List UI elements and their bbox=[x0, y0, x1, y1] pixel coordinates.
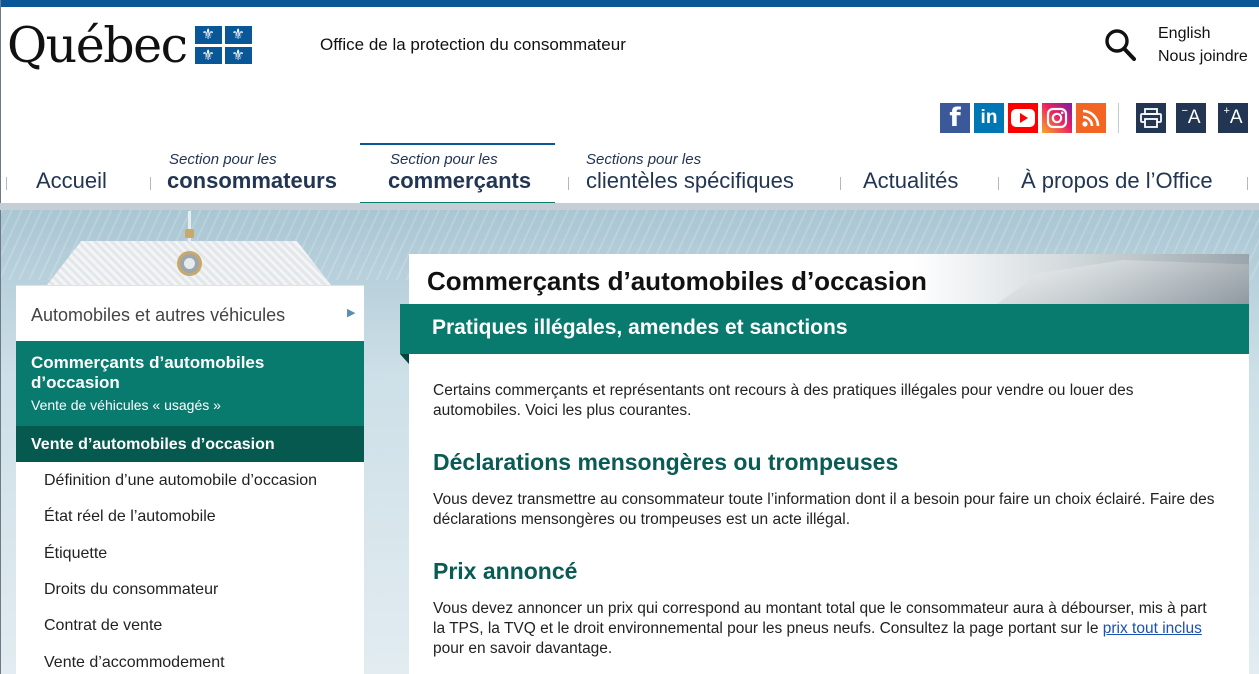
sidebar-item-section[interactable]: Vente d’automobiles d’occasion bbox=[16, 426, 364, 462]
sidebar-link[interactable]: Étiquette bbox=[44, 545, 107, 563]
youtube-icon[interactable] bbox=[1008, 103, 1038, 133]
sidebar-item-parent[interactable]: Automobiles et autres véhicules ▶ bbox=[16, 285, 364, 341]
nav-separator bbox=[6, 177, 7, 190]
linkedin-icon[interactable]: in bbox=[974, 103, 1004, 133]
paragraph-text: Vous devez annoncer un prix qui correspo… bbox=[433, 600, 1207, 637]
instagram-icon[interactable] bbox=[1042, 103, 1072, 133]
office-name: Office de la protection du consommateur bbox=[320, 35, 626, 54]
sidebar-parent-label: Automobiles et autres véhicules bbox=[31, 305, 286, 325]
nav-specific-small: Sections pour les bbox=[586, 151, 702, 168]
nav-news-label: Actualités bbox=[863, 168, 959, 193]
price-all-included-link[interactable]: prix tout inclus bbox=[1103, 620, 1202, 637]
rss-icon[interactable] bbox=[1076, 103, 1106, 133]
language-link[interactable]: English bbox=[1158, 25, 1210, 43]
paragraph-text: pour en savoir davantage. bbox=[433, 640, 613, 657]
top-accent-bar bbox=[0, 0, 1259, 7]
nav-separator bbox=[1247, 177, 1248, 190]
nav-separator bbox=[998, 177, 999, 190]
nav-consumers-label: consommateurs bbox=[167, 168, 337, 193]
nav-specific-clients[interactable]: Sections pour les clientèles spécifiques bbox=[578, 143, 818, 208]
nav-merchants[interactable]: Section pour les commerçants bbox=[360, 143, 555, 208]
sidebar-hanger-line bbox=[185, 211, 194, 243]
sidebar-current-subtitle: Vente de véhicules « usagés » bbox=[31, 397, 221, 413]
nav-about[interactable]: À propos de l’Office bbox=[1013, 143, 1233, 208]
nav-about-label: À propos de l’Office bbox=[1021, 168, 1213, 193]
nav-separator bbox=[150, 177, 151, 190]
social-links: f in bbox=[940, 103, 1106, 133]
increase-text-button[interactable]: + A bbox=[1218, 103, 1248, 133]
decrease-text-button[interactable]: − A bbox=[1176, 103, 1206, 133]
chevron-right-icon: ▶ bbox=[347, 307, 356, 319]
fleur-de-lis-flag-icon: ⚜ ⚜ ⚜ ⚜ bbox=[194, 26, 252, 64]
nav-merchants-label: commerçants bbox=[388, 168, 532, 193]
sidebar-link[interactable]: Définition d’une automobile d’occasion bbox=[44, 472, 317, 490]
sidebar-link[interactable]: Contrat de vente bbox=[44, 617, 162, 635]
nav-news[interactable]: Actualités bbox=[855, 143, 975, 208]
section-paragraph: Vous devez transmettre au consommateur t… bbox=[433, 491, 1215, 528]
nav-specific-label: clientèles spécifiques bbox=[586, 168, 794, 193]
nav-separator bbox=[568, 177, 569, 190]
sidebar-current-title: Commerçants d’automobiles d’occasion bbox=[31, 353, 265, 392]
nav-bottom-rule bbox=[0, 203, 1259, 210]
sidebar-navigation: Automobiles et autres véhicules ▶ Commer… bbox=[16, 285, 364, 674]
ring-icon bbox=[177, 251, 202, 276]
nav-home-label: Accueil bbox=[36, 168, 107, 193]
nav-separator bbox=[840, 177, 841, 190]
main-navigation: Accueil Section pour les consommateurs S… bbox=[0, 143, 1259, 208]
section-band-title: Pratiques illégales, amendes et sanction… bbox=[432, 316, 848, 339]
section-heading: Déclarations mensongères ou trompeuses bbox=[433, 449, 899, 475]
sidebar-link[interactable]: Vente d’accommodement bbox=[44, 654, 225, 672]
section-heading: Prix annoncé bbox=[433, 558, 578, 584]
contact-link[interactable]: Nous joindre bbox=[1158, 48, 1248, 66]
sidebar-item-current[interactable]: Commerçants d’automobiles d’occasion Ven… bbox=[16, 341, 364, 426]
nav-consumers-small: Section pour les bbox=[169, 151, 277, 168]
logo-wordmark: Québec bbox=[7, 17, 188, 74]
search-icon[interactable] bbox=[1104, 28, 1136, 62]
toolbar-divider bbox=[1118, 103, 1119, 133]
facebook-icon[interactable]: f bbox=[940, 103, 970, 133]
section-paragraph: Vous devez annoncer un prix qui correspo… bbox=[433, 599, 1223, 659]
nav-home[interactable]: Accueil bbox=[28, 143, 128, 208]
sidebar-link[interactable]: État réel de l’automobile bbox=[44, 508, 216, 526]
nav-consumers[interactable]: Section pour les consommateurs bbox=[160, 143, 350, 208]
sidebar-link[interactable]: Droits du consommateur bbox=[44, 581, 218, 599]
sidebar-section-label: Vente d’automobiles d’occasion bbox=[31, 436, 275, 453]
page-title: Commerçants d’automobiles d’occasion bbox=[427, 266, 927, 296]
intro-paragraph: Certains commerçants et représentants on… bbox=[433, 382, 1134, 419]
quebec-logo[interactable]: Québec ⚜ ⚜ ⚜ ⚜ bbox=[7, 17, 252, 75]
nav-merchants-small: Section pour les bbox=[390, 151, 498, 168]
printer-icon[interactable] bbox=[1136, 103, 1166, 133]
section-band: Pratiques illégales, amendes et sanction… bbox=[400, 304, 1249, 354]
